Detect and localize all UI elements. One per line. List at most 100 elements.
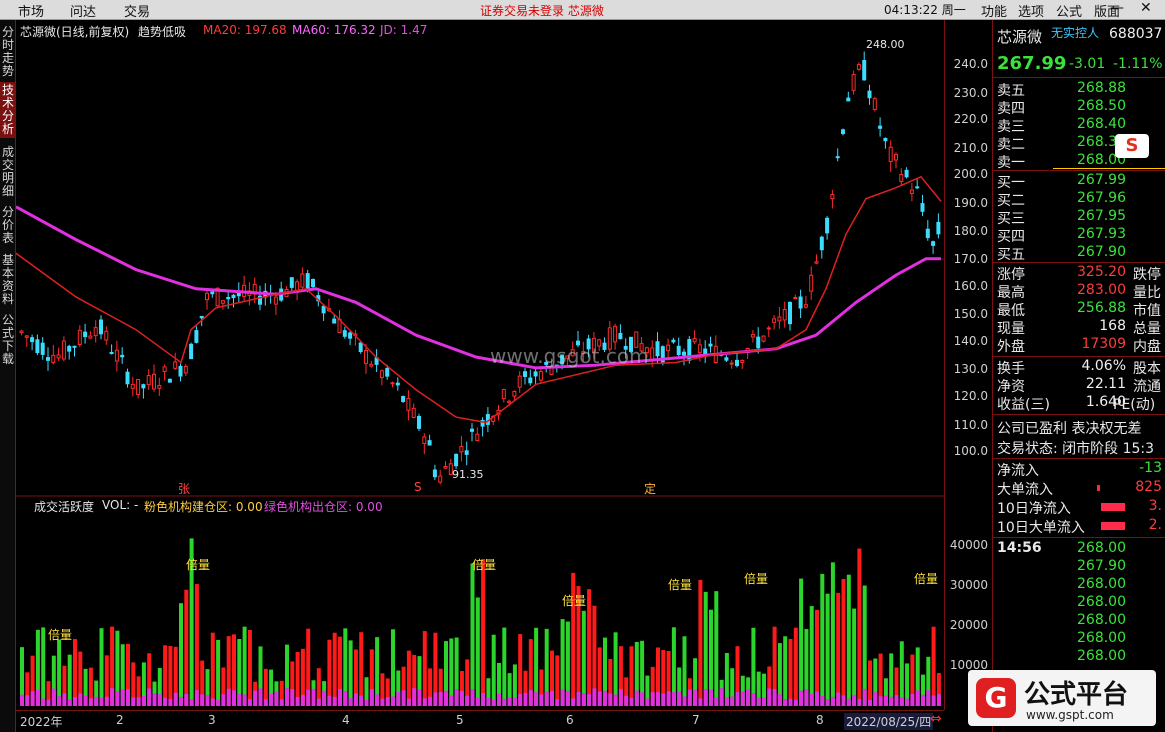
trade-status: 交易状态: 闭市阶段 15:3 (997, 441, 1155, 457)
sell-marker: S (414, 480, 422, 494)
pink-volume-bar (915, 690, 920, 706)
candle (406, 397, 411, 411)
stat-label-2: 内盘 (1133, 339, 1161, 355)
candle (740, 359, 745, 363)
volume-bar (629, 646, 634, 706)
candle (443, 466, 448, 469)
stat-label: 现量 (997, 321, 1025, 337)
pink-volume-bar (809, 694, 814, 706)
volume-bar (184, 589, 189, 706)
pink-volume-bar (634, 690, 639, 706)
tab-formula-download[interactable]: 公式下载 (0, 312, 16, 368)
pink-volume-bar (528, 690, 533, 706)
stat2-label: 换手 (997, 361, 1025, 377)
pink-volume-bar (894, 695, 899, 706)
volume-bar (57, 639, 62, 706)
menu-market[interactable]: 市场 (18, 1, 44, 20)
candle (146, 375, 151, 386)
y-tick: 120.0 (953, 389, 988, 403)
menu-trade[interactable]: 交易 (124, 1, 150, 20)
pink-volume-bar (263, 699, 268, 706)
kline-chart[interactable]: 芯源微(日线,前复权) 趋势低吸 MA20: 197.68 MA60: 176.… (16, 20, 944, 710)
pink-volume-bar (237, 693, 242, 706)
stat2-label-2: 流通 (1133, 379, 1161, 395)
pink-volume-bar (380, 698, 385, 706)
close-button[interactable]: ✕ (1140, 0, 1152, 16)
pink-volume-bar (73, 697, 77, 706)
candle (936, 221, 941, 235)
stat2-value: 22.11 (1085, 376, 1126, 392)
candle (114, 349, 119, 362)
pink-volume-bar (518, 693, 523, 706)
indicator-name[interactable]: 趋势低吸 (138, 23, 186, 40)
candle (422, 436, 427, 444)
volume-bar (788, 638, 793, 706)
quote-panel: 芯源微 无实控人 688037 267.99 -3.01 -1.11% 卖五 26… (992, 20, 1165, 732)
volume-title: 成交活跃度 (34, 500, 95, 514)
pink-volume-bar (650, 692, 655, 706)
pink-volume-bar (30, 691, 35, 706)
candle (883, 137, 888, 142)
pink-volume-bar (603, 690, 607, 706)
bid-price: 267.90 (1077, 244, 1126, 260)
stock-code: 688037 (1109, 26, 1163, 42)
pink-volume-bar (762, 697, 766, 706)
stat2-label: 净资 (997, 379, 1025, 395)
pink-volume-bar (62, 693, 67, 706)
tab-intraday[interactable]: 分时走势 (0, 24, 16, 80)
volume-bar (216, 639, 221, 706)
beiliang-label-5: 倍量 (668, 578, 693, 592)
x-tick: 7 (692, 713, 700, 727)
ma20-label: MA20: 197.68 (203, 23, 287, 37)
pink-volume-bar (184, 694, 189, 706)
volume-bar (470, 563, 475, 706)
y-tick: 160.0 (953, 279, 988, 293)
flow-label: 10日净流入 (997, 501, 1071, 517)
menu-options[interactable]: 选项 (1018, 1, 1044, 20)
candle (411, 407, 416, 418)
sohu-s-icon[interactable]: S (1115, 134, 1149, 158)
menu-formula[interactable]: 公式 (1056, 1, 1082, 20)
stat-value: 256.88 (1077, 300, 1126, 316)
pink-volume-bar (433, 692, 438, 706)
candle (46, 357, 50, 361)
pink-volume-bar (645, 698, 650, 706)
tick-price: 268.00 (1077, 630, 1126, 646)
pink-volume-bar (375, 694, 380, 706)
y-tick: 240.0 (953, 57, 988, 71)
pink-volume-bar (899, 697, 904, 706)
candle (756, 336, 761, 349)
candle (894, 153, 898, 161)
tab-profile[interactable]: 基本资料 (0, 252, 16, 308)
candle (120, 354, 125, 358)
candle (83, 331, 88, 338)
pink-volume-bar (804, 689, 809, 706)
pink-volume-bar (120, 689, 125, 706)
vol-tick: 20000 (949, 618, 988, 632)
menu-function[interactable]: 功能 (981, 1, 1007, 20)
pink-volume-bar (300, 694, 305, 706)
pink-volume-bar (486, 697, 491, 706)
candle (51, 354, 56, 363)
pink-volume-bar (571, 698, 576, 706)
pink-volume-bar (815, 691, 819, 706)
volume-bar (581, 610, 586, 706)
tab-price-table[interactable]: 分价表 (0, 204, 16, 248)
candle (220, 300, 225, 304)
pink-volume-bar (481, 692, 486, 706)
tab-trade-detail[interactable]: 成交明细 (0, 144, 16, 200)
volume-bar (703, 591, 708, 706)
pink-volume-bar (618, 688, 623, 706)
beiliang-label-4: 倍量 (562, 594, 587, 608)
menu-wenda[interactable]: 问达 (70, 1, 96, 20)
scroll-arrows-icon[interactable]: ⇔ (930, 711, 942, 727)
candle (666, 344, 671, 352)
minimize-button[interactable]: — (1110, 0, 1124, 16)
pink-volume-bar (348, 698, 353, 706)
tab-technical[interactable]: 技术分析 (0, 82, 16, 138)
vol-tick: 40000 (949, 538, 988, 552)
gongshi-platform-logo: G 公式平台 www.gspt.com (968, 670, 1156, 726)
pink-volume-bar (67, 699, 72, 706)
candle (19, 330, 24, 334)
pink-volume-bar (830, 696, 835, 706)
